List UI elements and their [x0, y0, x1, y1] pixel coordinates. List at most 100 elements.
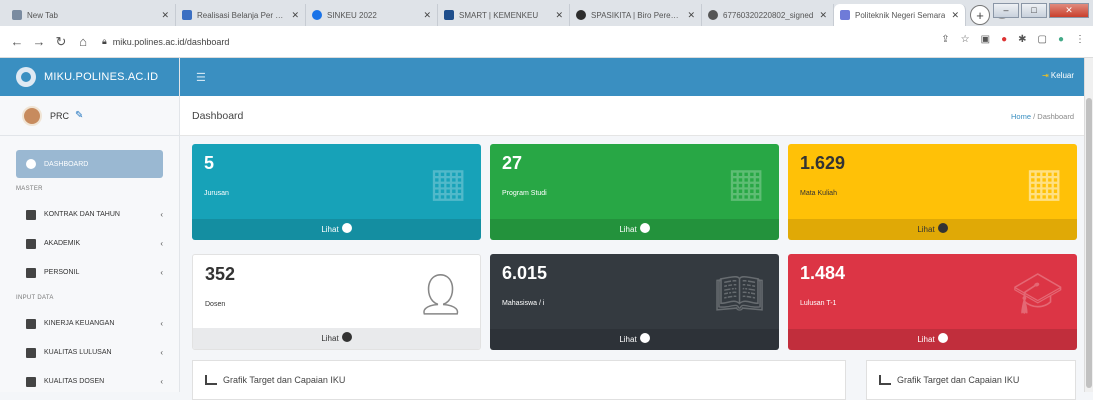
stat-value: 5	[204, 153, 215, 173]
doc-icon	[182, 10, 192, 20]
stat-more-link[interactable]: Lihat	[788, 219, 1077, 240]
sidebar-item-label: PERSONIL	[44, 269, 80, 276]
stat-box-dosen: 352 Dosen 👤︎ Lihat	[192, 254, 481, 350]
browser-tab[interactable]: SMART | KEMENKEU ✕	[438, 4, 570, 26]
stat-box-lulusan: 1.484 Lulusan T-1 🎓︎ Lihat	[788, 254, 1077, 350]
chart-card-left: Grafik Target dan Capaian IKU	[192, 360, 846, 400]
maximize-button[interactable]: □	[1021, 3, 1047, 18]
stat-label: Mahasiswa / i	[502, 300, 545, 307]
new-tab-icon	[12, 10, 22, 20]
share-icon[interactable]: ⇪	[941, 34, 949, 45]
app: MIKU.POLINES.AC.ID PRC ✎ DASHBOARD MASTE…	[0, 58, 1084, 400]
brand-logo	[16, 67, 36, 87]
back-icon[interactable]: ←	[6, 34, 28, 49]
star-icon[interactable]: ☆	[961, 34, 970, 45]
arrow-circle-right-icon	[937, 223, 948, 233]
extension-icon[interactable]: ●	[1001, 34, 1007, 45]
scrollbar-thumb[interactable]	[1086, 98, 1092, 388]
cast-icon[interactable]: ▣	[981, 34, 990, 45]
stat-box-mata-kuliah: 1.629 Mata Kuliah ▦ Lihat	[788, 144, 1077, 240]
stat-link-label: Lihat	[619, 335, 637, 344]
stat-label: Dosen	[205, 301, 226, 308]
close-icon[interactable]: ✕	[555, 10, 563, 21]
stat-link-label: Lihat	[917, 335, 935, 344]
sidepanel-icon[interactable]: ▢	[1038, 34, 1047, 45]
sidebar-item-kinerja-keuangan[interactable]: KINERJA KEUANGAN ‹	[16, 309, 163, 338]
close-window-button[interactable]: ✕	[1049, 3, 1089, 18]
user-name: PRC	[50, 110, 70, 121]
chevron-left-icon: ‹	[160, 319, 163, 328]
stat-value: 27	[502, 153, 523, 173]
arrow-circle-right-icon	[341, 332, 352, 342]
sidebar-item-akademik[interactable]: AKADEMIK ‹	[16, 229, 163, 258]
stat-value: 352	[205, 264, 236, 284]
close-icon[interactable]: ✕	[951, 10, 959, 21]
globe-icon	[576, 10, 586, 20]
sidebar-item-personil[interactable]: PERSONIL ‹	[16, 258, 163, 287]
forward-icon[interactable]: →	[28, 34, 50, 49]
browser-tab[interactable]: SPASIKITA | Biro Perencan ✕	[570, 4, 702, 26]
building-icon: ▦	[1025, 161, 1063, 205]
chart-card-right: Grafik Target dan Capaian IKU	[866, 360, 1076, 400]
hamburger-icon[interactable]: ☰	[196, 71, 206, 84]
puzzle-icon[interactable]: ✱	[1018, 34, 1026, 45]
sidebar-item-label: KUALITAS DOSEN	[44, 378, 105, 385]
kemenkeu-icon	[444, 10, 454, 20]
logout-button[interactable]: ⇥ Keluar	[1042, 71, 1074, 80]
stat-box-program-studi: 27 Program Studi ▦ Lihat	[490, 144, 779, 240]
stat-link-label: Lihat	[321, 334, 339, 343]
minimize-button[interactable]: –	[993, 3, 1019, 18]
close-icon[interactable]: ✕	[423, 10, 431, 21]
teacher-icon	[26, 376, 36, 387]
arrow-circle-right-icon	[341, 223, 352, 233]
chart-line-icon	[205, 375, 217, 385]
sidebar-item-label: AKADEMIK	[44, 240, 81, 247]
sidebar-item-label: KUALITAS LULUSAN	[44, 349, 112, 356]
close-icon[interactable]: ✕	[687, 10, 695, 21]
profile-icon[interactable]: ●	[1058, 34, 1064, 45]
globe-icon	[708, 10, 718, 20]
sidebar-item-dashboard[interactable]: DASHBOARD	[16, 150, 163, 178]
pencil-icon[interactable]: ✎	[75, 110, 83, 121]
users-icon	[26, 267, 36, 278]
browser-tab-active[interactable]: Politeknik Negeri Semara ✕	[834, 4, 966, 26]
sidebar-item-kualitas-lulusan[interactable]: KUALITAS LULUSAN ‹	[16, 338, 163, 367]
close-icon[interactable]: ✕	[291, 10, 299, 21]
stat-more-link[interactable]: Lihat	[788, 329, 1077, 350]
home-icon[interactable]: ⌂	[72, 34, 94, 49]
reload-icon[interactable]: ↻	[50, 34, 72, 50]
sidebar: MIKU.POLINES.AC.ID PRC ✎ DASHBOARD MASTE…	[0, 58, 180, 392]
menu-icon[interactable]: ⋮	[1075, 34, 1085, 45]
stat-value: 1.484	[800, 263, 846, 283]
chevron-left-icon: ‹	[160, 239, 163, 248]
lock-icon: 🔒︎	[102, 36, 107, 46]
stat-more-link[interactable]: Lihat	[490, 329, 779, 350]
stat-link-label: Lihat	[619, 225, 637, 234]
stat-more-link[interactable]: Lihat	[192, 219, 481, 240]
dashboard-icon	[26, 159, 36, 169]
close-icon[interactable]: ✕	[819, 10, 827, 21]
graduation-cap-icon: 🎓︎	[1012, 272, 1063, 316]
user-panel[interactable]: PRC ✎	[0, 96, 179, 136]
stat-box-mahasiswa: 6.015 Mahasiswa / i 📖︎ Lihat	[490, 254, 779, 350]
browser-tab[interactable]: 67760320220802_signed ✕	[702, 4, 834, 26]
graduation-icon	[26, 347, 36, 358]
breadcrumb-home[interactable]: Home	[1011, 112, 1031, 121]
arrow-circle-right-icon	[639, 223, 650, 233]
sidebar-item-kontrak[interactable]: KONTRAK DAN TAHUN ‹	[16, 200, 163, 229]
arrow-circle-right-icon	[937, 333, 948, 343]
brand[interactable]: MIKU.POLINES.AC.ID	[0, 58, 179, 96]
close-icon[interactable]: ✕	[161, 10, 169, 21]
book-reader-icon: 📖︎	[714, 272, 765, 316]
address-bar[interactable]: 🔒︎ miku.polines.ac.id/dashboard	[102, 36, 229, 47]
stat-more-link[interactable]: Lihat	[193, 328, 480, 349]
browser-tab[interactable]: New Tab ✕	[6, 4, 176, 26]
sidebar-section-input-data: INPUT DATA	[16, 295, 54, 301]
stat-label: Program Studi	[502, 190, 547, 197]
new-tab-button[interactable]: +	[970, 5, 990, 25]
browser-tab[interactable]: SINKEU 2022 ✕	[306, 4, 438, 26]
stat-more-link[interactable]: Lihat	[490, 219, 779, 240]
browser-tab[interactable]: Realisasi Belanja Per Sum ✕	[176, 4, 306, 26]
scrollbar[interactable]	[1084, 58, 1093, 392]
sidebar-menu: DASHBOARD MASTER KONTRAK DAN TAHUN ‹ AKA…	[0, 136, 179, 396]
